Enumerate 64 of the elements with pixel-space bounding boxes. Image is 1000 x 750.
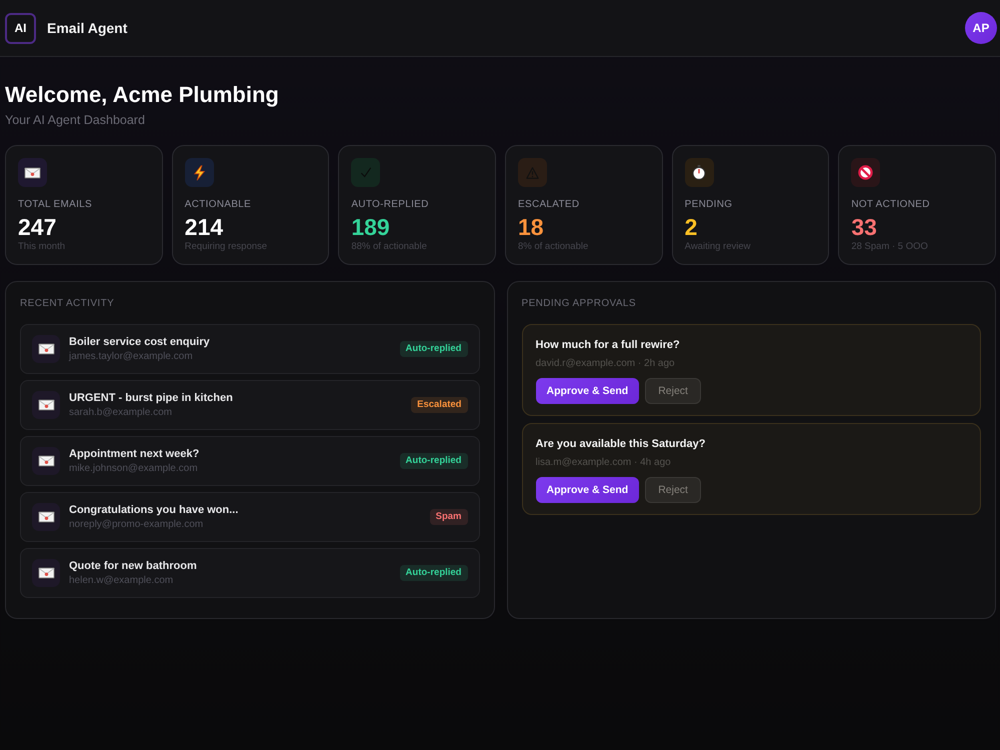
- stat-label: ESCALATED: [518, 198, 580, 212]
- approval-subject: How much for a full rewire?: [536, 338, 680, 353]
- email-subject: Boiler service cost enquiry: [69, 334, 210, 350]
- stat-value: 189: [351, 214, 390, 240]
- email-sender: noreply@promo-example.com: [69, 518, 204, 532]
- status-tag: Auto-replied: [400, 341, 468, 357]
- envelope-icon: [32, 391, 60, 419]
- app-logo: AI: [5, 12, 36, 44]
- stat-note: This month: [18, 240, 65, 253]
- lightning-icon: [184, 158, 214, 187]
- stat-value: 214: [184, 214, 224, 240]
- stat-label: PENDING: [684, 198, 732, 212]
- stat-label: AUTO-REPLIED: [351, 198, 429, 212]
- approval-subject: Are you available this Saturday?: [536, 437, 706, 452]
- envelope-icon: [18, 158, 47, 187]
- status-tag: Auto-replied: [400, 565, 468, 581]
- prohibited-icon: [851, 158, 880, 187]
- status-tag: Escalated: [411, 397, 468, 413]
- stat-label: ACTIONABLE: [184, 198, 252, 212]
- panel-title: PENDING APPROVALS: [522, 297, 636, 311]
- stat-note: 88% of actionable: [351, 240, 427, 253]
- welcome-heading: Welcome, Acme Plumbing: [5, 81, 280, 109]
- email-subject: Appointment next week?: [69, 446, 200, 462]
- panel-title: RECENT ACTIVITY: [20, 297, 114, 311]
- stat-value: 33: [851, 214, 877, 240]
- stat-label: TOTAL EMAILS: [18, 198, 92, 212]
- email-row[interactable]: Boiler service cost enquiry james.taylor@example.com Auto-replied: [20, 324, 480, 374]
- welcome-subtitle: Your AI Agent Dashboard: [5, 112, 146, 129]
- envelope-icon: [32, 503, 60, 531]
- user-avatar[interactable]: AP: [965, 12, 997, 44]
- warning-icon: [518, 158, 547, 187]
- approval-meta: lisa.m@example.com · 4h ago: [536, 456, 671, 470]
- approve-send-button[interactable]: Approve & Send: [536, 378, 640, 404]
- email-row[interactable]: Congratulations you have won... noreply@promo-example.com Spam: [20, 492, 480, 542]
- stopwatch-icon: [684, 158, 714, 187]
- stat-value: 18: [518, 214, 544, 240]
- reject-button[interactable]: Reject: [645, 477, 701, 503]
- email-subject: Congratulations you have won...: [69, 502, 238, 518]
- stat-note: Awaiting review: [684, 240, 750, 253]
- stat-label: NOT ACTIONED: [851, 198, 930, 212]
- envelope-icon: [32, 559, 60, 587]
- status-tag: Spam: [430, 509, 468, 525]
- app-title: Email Agent: [47, 20, 128, 36]
- envelope-icon: [32, 447, 60, 475]
- email-sender: james.taylor@example.com: [69, 350, 193, 364]
- email-sender: helen.w@example.com: [69, 574, 174, 588]
- stat-value: 2: [684, 214, 698, 240]
- email-row[interactable]: Quote for new bathroom helen.w@example.com Auto-replied: [20, 548, 480, 598]
- email-row[interactable]: URGENT - burst pipe in kitchen sarah.b@example.com Escalated: [20, 380, 480, 430]
- email-sender: sarah.b@example.com: [69, 406, 172, 420]
- email-subject: Quote for new bathroom: [69, 558, 197, 574]
- email-subject: URGENT - burst pipe in kitchen: [69, 390, 233, 406]
- envelope-icon: [32, 335, 60, 363]
- email-sender: mike.johnson@example.com: [69, 462, 198, 476]
- approval-meta: david.r@example.com · 2h ago: [536, 357, 675, 371]
- reject-button[interactable]: Reject: [645, 378, 701, 404]
- check-icon: [351, 158, 380, 187]
- stat-note: 8% of actionable: [518, 240, 588, 253]
- email-row[interactable]: Appointment next week? mike.johnson@example.com Auto-replied: [20, 436, 480, 486]
- stat-value: 247: [18, 214, 56, 240]
- stat-note: Requiring response: [184, 240, 268, 253]
- stat-note: 28 Spam · 5 OOO: [851, 240, 928, 253]
- approve-send-button[interactable]: Approve & Send: [536, 477, 640, 503]
- status-tag: Auto-replied: [400, 453, 468, 469]
